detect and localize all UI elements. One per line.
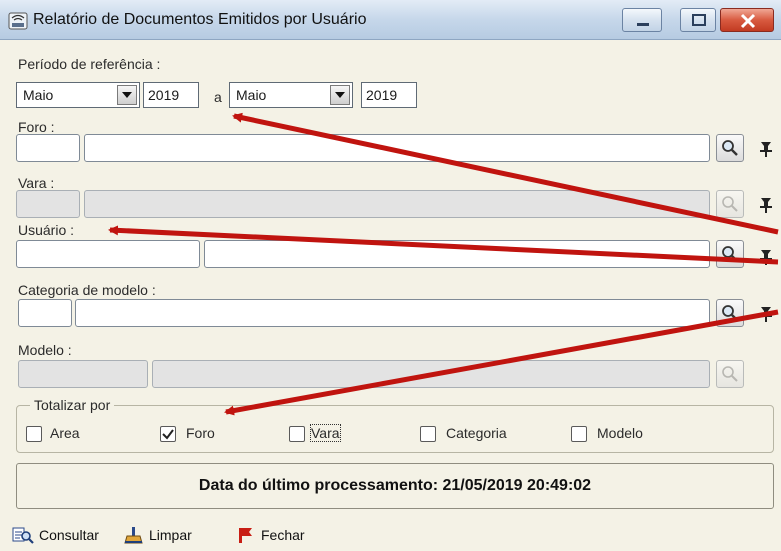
minimize-icon xyxy=(637,23,649,26)
search-document-icon xyxy=(12,527,34,544)
consultar-label: Consultar xyxy=(39,527,99,543)
report-window: Relatório de Documentos Emitidos por Usu… xyxy=(0,0,781,551)
totalizar-legend: Totalizar por xyxy=(30,397,115,413)
checkbox-categoria-label[interactable]: Categoria xyxy=(446,425,507,441)
usuario-pin-icon[interactable] xyxy=(759,248,773,266)
checkbox-modelo-label[interactable]: Modelo xyxy=(597,425,643,441)
modelo-search-button xyxy=(716,360,744,388)
start-year-input[interactable]: 2019 xyxy=(143,82,199,108)
magnifier-icon xyxy=(722,366,738,382)
categoria-search-button[interactable] xyxy=(716,299,744,327)
status-panel: Data do último processamento: 21/05/2019… xyxy=(16,463,774,509)
foro-code-input[interactable] xyxy=(16,134,80,162)
categoria-code-input[interactable] xyxy=(18,299,72,327)
vara-name-input xyxy=(84,190,710,218)
flag-icon xyxy=(239,528,252,543)
magnifier-icon xyxy=(722,246,738,262)
vara-pin-icon[interactable] xyxy=(759,196,773,214)
close-button[interactable] xyxy=(720,8,774,32)
categoria-pin-icon[interactable] xyxy=(759,305,773,323)
foro-pin-icon[interactable] xyxy=(759,140,773,158)
checkbox-foro[interactable] xyxy=(160,426,176,442)
start-month-select[interactable]: Maio xyxy=(16,82,140,108)
checkbox-foro-label[interactable]: Foro xyxy=(186,425,215,441)
minimize-button[interactable] xyxy=(622,8,662,32)
chevron-down-icon[interactable] xyxy=(330,85,350,105)
usuario-code-input[interactable] xyxy=(16,240,200,268)
foro-name-input[interactable] xyxy=(84,134,710,162)
checkbox-vara[interactable] xyxy=(289,426,305,442)
end-year-input[interactable]: 2019 xyxy=(361,82,417,108)
foro-search-button[interactable] xyxy=(716,134,744,162)
magnifier-icon xyxy=(722,140,738,156)
close-icon xyxy=(740,13,756,29)
end-month-value: Maio xyxy=(236,87,267,103)
chevron-down-icon[interactable] xyxy=(117,85,137,105)
totalizar-group xyxy=(16,405,774,453)
vara-code-input xyxy=(16,190,80,218)
title-bar[interactable]: Relatório de Documentos Emitidos por Usu… xyxy=(0,0,781,40)
checkbox-vara-label[interactable]: Vara xyxy=(310,424,341,442)
end-month-select[interactable]: Maio xyxy=(229,82,353,108)
periodo-label: Período de referência : xyxy=(18,56,161,72)
broom-icon xyxy=(124,527,143,544)
vara-label: Vara : xyxy=(18,175,55,191)
foro-label: Foro : xyxy=(18,119,55,135)
usuario-search-button[interactable] xyxy=(716,240,744,268)
window-title: Relatório de Documentos Emitidos por Usu… xyxy=(33,11,367,28)
maximize-icon xyxy=(692,14,706,26)
categoria-label: Categoria de modelo : xyxy=(18,282,156,298)
checkmark-icon xyxy=(162,429,174,440)
modelo-code-input xyxy=(18,360,148,388)
checkbox-area-label[interactable]: Area xyxy=(50,425,80,441)
categoria-name-input[interactable] xyxy=(75,299,710,327)
start-month-value: Maio xyxy=(23,87,54,103)
usuario-name-input[interactable] xyxy=(204,240,710,268)
last-processing-text: Data do último processamento: 21/05/2019… xyxy=(198,477,592,494)
magnifier-icon xyxy=(722,305,738,321)
fechar-label: Fechar xyxy=(261,527,305,543)
magnifier-icon xyxy=(722,196,738,212)
modelo-label: Modelo : xyxy=(18,342,72,358)
consultar-button[interactable]: Consultar xyxy=(12,525,99,545)
usuario-label: Usuário : xyxy=(18,222,75,238)
periodo-separator: a xyxy=(214,89,222,105)
modelo-name-input xyxy=(152,360,710,388)
limpar-button[interactable]: Limpar xyxy=(124,525,192,545)
checkbox-area[interactable] xyxy=(26,426,42,442)
maximize-button[interactable] xyxy=(680,8,716,32)
checkbox-modelo[interactable] xyxy=(571,426,587,442)
fechar-button[interactable]: Fechar xyxy=(236,525,305,545)
app-icon xyxy=(8,12,28,30)
limpar-label: Limpar xyxy=(149,527,192,543)
vara-search-button xyxy=(716,190,744,218)
checkbox-categoria[interactable] xyxy=(420,426,436,442)
